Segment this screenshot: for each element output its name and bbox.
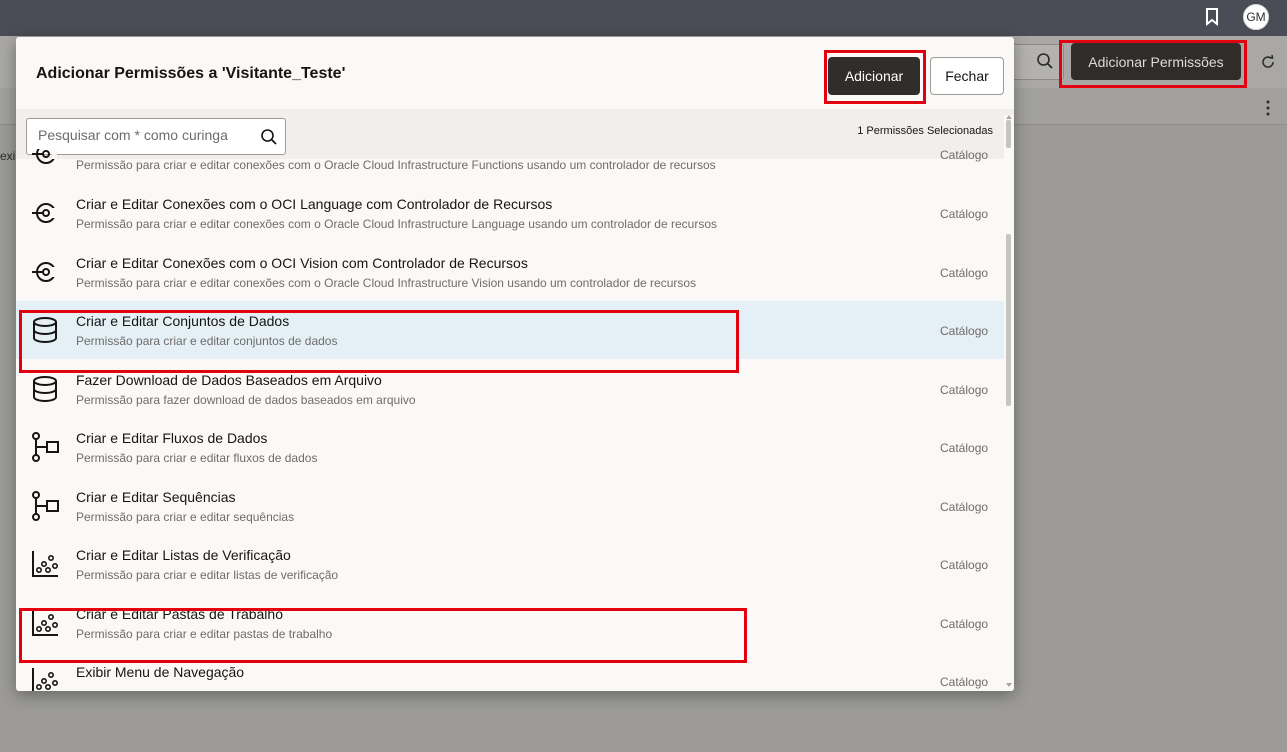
- scatter-chart-icon: [32, 551, 58, 577]
- item-title: Exibir Menu de Navegação: [76, 664, 245, 680]
- database-icon: [33, 376, 57, 402]
- search-icon[interactable]: [260, 128, 278, 146]
- list-item[interactable]: Criar e Editar Fluxos de Dados Permissão…: [16, 418, 1004, 476]
- dataflow-icon: [32, 432, 59, 462]
- item-title: Criar e Editar Conexões com o OCI Langua…: [76, 196, 553, 212]
- connection-icon: [32, 203, 57, 223]
- item-category: Catálogo: [940, 675, 989, 689]
- avatar[interactable]: GM: [1243, 4, 1269, 30]
- scroll-up-arrow-icon[interactable]: [1006, 115, 1012, 119]
- item-description: Permissão para criar e editar conexões c…: [76, 276, 697, 290]
- item-category: Catálogo: [940, 558, 989, 572]
- browser-top-bar: GM: [0, 0, 1287, 36]
- item-description: Permissão para criar e editar fluxos de …: [76, 451, 318, 465]
- list-item[interactable]: Criar e Editar Sequências Permissão para…: [16, 477, 1004, 535]
- item-title: Criar e Editar Conexões com o OCI Vision…: [76, 255, 528, 271]
- list-item[interactable]: Criar e Editar Conexões com o OCI Vision…: [16, 243, 1004, 301]
- refresh-icon[interactable]: [1260, 54, 1276, 70]
- highlight-datasets-row: [19, 310, 739, 373]
- scroll-down-arrow-icon[interactable]: [1006, 683, 1012, 687]
- item-category: Catálogo: [940, 207, 989, 221]
- item-category: Catálogo: [940, 500, 989, 514]
- item-category: Catálogo: [940, 441, 989, 455]
- highlight-add-permissions-button: [1059, 40, 1247, 88]
- item-description: Permissão para criar e editar conexões c…: [76, 217, 717, 231]
- item-description: Permissão para criar e editar sequências: [76, 510, 295, 524]
- item-description: Permissão para criar e editar listas de …: [76, 568, 339, 582]
- item-category: Catálogo: [940, 149, 989, 162]
- item-category: Catálogo: [940, 617, 989, 631]
- connection-icon: [32, 262, 57, 282]
- dataflow-icon: [32, 491, 59, 521]
- bookmark-icon[interactable]: [1205, 8, 1219, 26]
- dialog-title: Adicionar Permissões a 'Visitante_Teste': [36, 65, 346, 82]
- search-icon[interactable]: [1036, 52, 1054, 70]
- item-description: Permissão para fazer download de dados b…: [76, 393, 416, 407]
- list-item[interactable]: Criar e Editar Conexões com o OCI Langua…: [16, 184, 1004, 242]
- scrollbar-thumb-small[interactable]: [1006, 120, 1011, 148]
- item-title: Criar e Editar Fluxos de Dados: [76, 430, 268, 446]
- item-category: Catálogo: [940, 266, 989, 280]
- connection-icon: [32, 149, 57, 164]
- item-category: Catálogo: [940, 324, 989, 338]
- scatter-chart-icon: [32, 668, 58, 691]
- search-input[interactable]: [38, 127, 248, 143]
- item-title: Criar e Editar Sequências: [76, 489, 236, 505]
- close-button[interactable]: Fechar: [930, 57, 1004, 95]
- item-category: Catálogo: [940, 383, 989, 397]
- list-item[interactable]: Criar e Editar Listas de Verificação Per…: [16, 535, 1004, 593]
- item-title: Criar e Editar Listas de Verificação: [76, 547, 291, 563]
- more-options-icon[interactable]: [1264, 99, 1272, 117]
- highlight-add-button: [824, 50, 926, 104]
- item-title: Fazer Download de Dados Baseados em Arqu…: [76, 372, 382, 388]
- list-item[interactable]: Permissão para criar e editar conexões c…: [16, 149, 1004, 183]
- item-description: Permissão para criar e editar conexões c…: [76, 158, 716, 172]
- highlight-workbooks-row: [19, 608, 747, 663]
- scrollbar-thumb[interactable]: [1006, 234, 1011, 406]
- background-text-fragment: exi: [0, 149, 16, 163]
- selected-count: 1 Permissões Selecionadas: [857, 125, 993, 137]
